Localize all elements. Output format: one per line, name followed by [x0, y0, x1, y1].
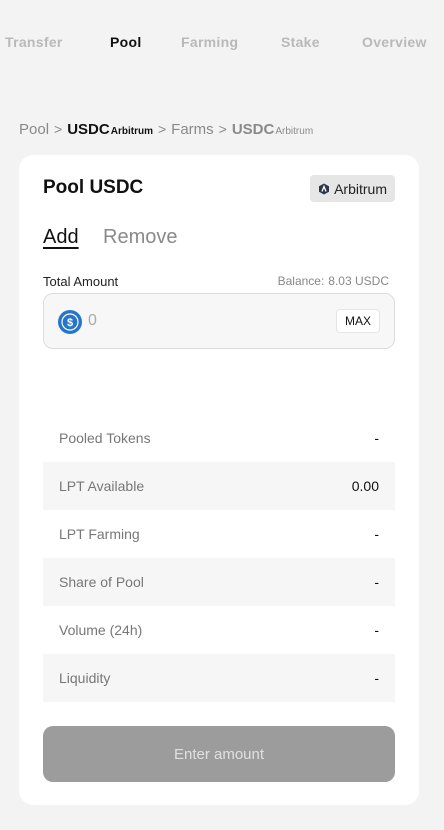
chain-badge: Arbitrum — [310, 175, 395, 202]
stat-row: Volume (24h) - — [43, 606, 395, 654]
top-nav: Transfer Pool Farming Stake Overview — [0, 34, 444, 56]
stat-row: LPT Available 0.00 — [43, 462, 395, 510]
stat-row: Pooled Tokens - — [43, 414, 395, 462]
stat-value: - — [374, 622, 379, 638]
breadcrumb-separator: > — [157, 121, 167, 137]
breadcrumb: Pool > USDCArbitrum > Farms > USDCArbitr… — [19, 121, 313, 138]
pool-card: Pool USDC Arbitrum Add Remove Total Amou… — [19, 155, 419, 805]
stat-label: LPT Farming — [59, 526, 140, 542]
breadcrumb-farms[interactable]: Farms — [171, 121, 214, 138]
breadcrumb-usdc-arbitrum[interactable]: USDCArbitrum — [67, 121, 153, 138]
stat-row: Share of Pool - — [43, 558, 395, 606]
amount-input[interactable] — [88, 309, 308, 333]
stat-label: Pooled Tokens — [59, 430, 151, 446]
breadcrumb-usdc-arbitrum-farm[interactable]: USDCArbitrum — [232, 121, 313, 138]
nav-overview[interactable]: Overview — [362, 34, 427, 50]
tab-add[interactable]: Add — [43, 226, 79, 249]
nav-pool[interactable]: Pool — [110, 34, 142, 50]
chain-badge-label: Arbitrum — [334, 180, 387, 197]
breadcrumb-chain: Arbitrum — [275, 126, 314, 137]
breadcrumb-separator: > — [54, 121, 63, 137]
max-button[interactable]: MAX — [335, 309, 380, 333]
stat-label: LPT Available — [59, 478, 145, 494]
balance-label: Balance: — [277, 274, 325, 288]
arbitrum-icon — [319, 183, 330, 194]
svg-text:$: $ — [67, 317, 73, 329]
page-title: Pool USDC — [43, 177, 144, 198]
breadcrumb-token: USDC — [67, 121, 110, 138]
breadcrumb-chain: Arbitrum — [110, 126, 153, 137]
amount-field: $ MAX — [43, 293, 395, 349]
balance-value: 8.03 USDC — [328, 274, 389, 288]
stat-row: Liquidity - — [43, 654, 395, 702]
stat-value: 0.00 — [351, 478, 379, 494]
stat-value: - — [374, 430, 379, 446]
breadcrumb-pool[interactable]: Pool — [19, 121, 49, 138]
breadcrumb-separator: > — [218, 121, 227, 137]
usdc-icon: $ — [58, 310, 82, 334]
nav-stake[interactable]: Stake — [281, 34, 320, 50]
tab-remove[interactable]: Remove — [103, 226, 177, 249]
nav-farming[interactable]: Farming — [181, 34, 238, 50]
pool-stats: Pooled Tokens - LPT Available 0.00 LPT Farmi… — [43, 414, 395, 702]
enter-amount-button[interactable]: Enter amount — [43, 726, 395, 782]
stat-label: Volume (24h) — [59, 622, 143, 638]
stat-row: LPT Farming - — [43, 510, 395, 558]
stat-value: - — [374, 574, 379, 590]
stat-value: - — [374, 670, 379, 686]
nav-transfer[interactable]: Transfer — [5, 34, 63, 50]
stat-value: - — [374, 526, 379, 542]
stat-label: Liquidity — [59, 670, 111, 686]
stat-label: Share of Pool — [59, 574, 144, 590]
total-amount-label: Total Amount — [43, 274, 119, 289]
balance: Balance: 8.03 USDC — [278, 274, 389, 288]
breadcrumb-token: USDC — [231, 121, 275, 138]
